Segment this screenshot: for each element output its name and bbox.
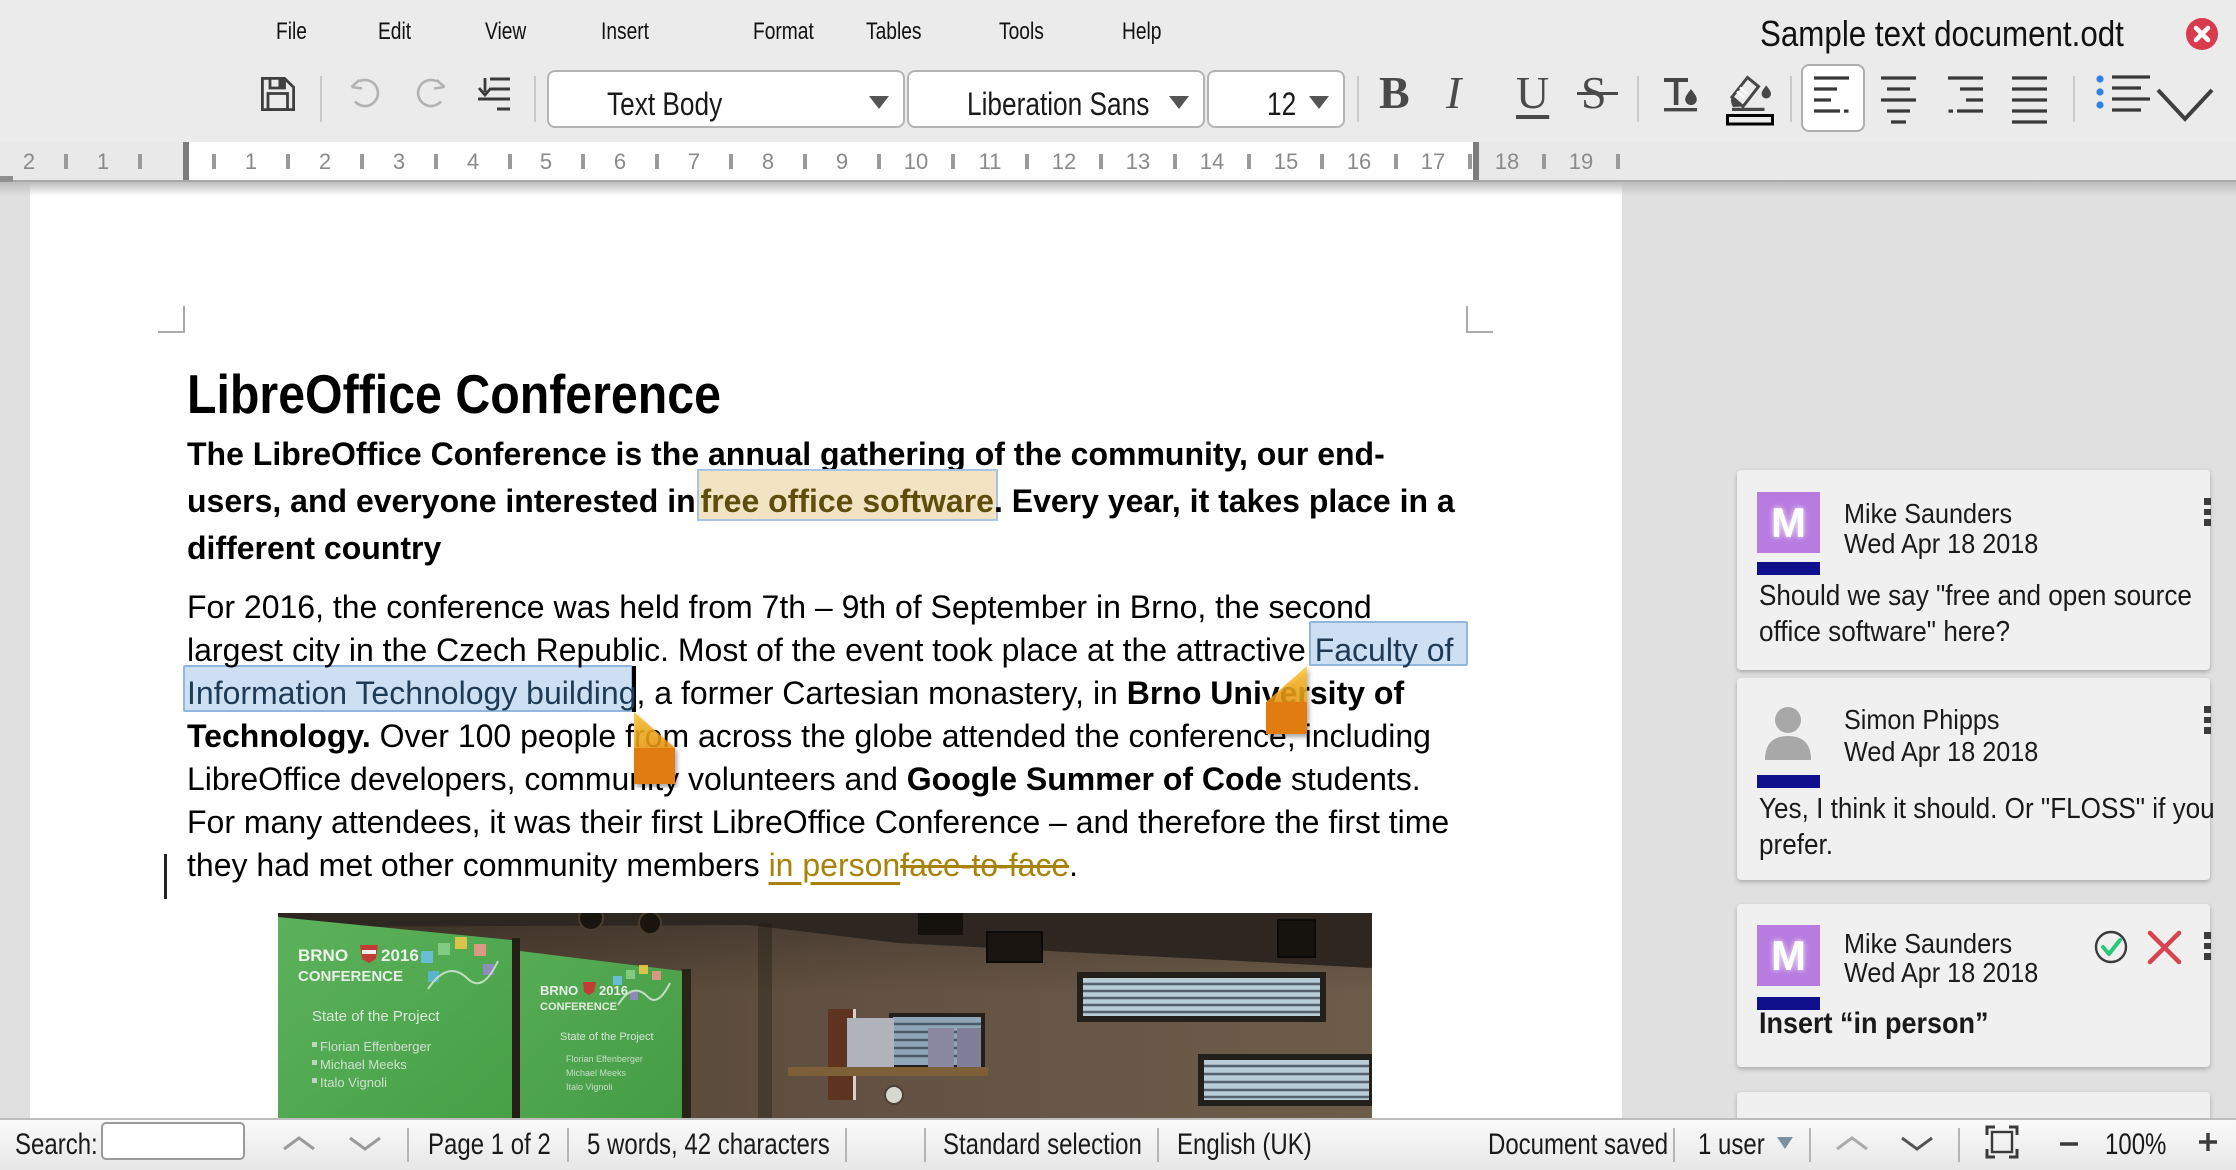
svg-text:State of the Project: State of the Project (312, 1008, 440, 1025)
svg-text:2016: 2016 (599, 983, 628, 998)
svg-text:Italo Vignoli: Italo Vignoli (566, 1082, 612, 1092)
svg-text:Michael Meeks: Michael Meeks (566, 1068, 627, 1078)
svg-text:Florian Effenberger: Florian Effenberger (566, 1054, 643, 1064)
svg-text:Michael Meeks: Michael Meeks (320, 1057, 407, 1072)
svg-text:Florian Effenberger: Florian Effenberger (320, 1039, 432, 1054)
svg-text:Italo Vignoli: Italo Vignoli (320, 1075, 387, 1090)
svg-text:BRNO: BRNO (540, 983, 578, 998)
svg-text:2016: 2016 (381, 946, 419, 965)
svg-text:CONFERENCE: CONFERENCE (540, 1001, 617, 1013)
svg-text:CONFERENCE: CONFERENCE (298, 968, 403, 985)
svg-text:State of the Project: State of the Project (560, 1031, 654, 1043)
svg-text:BRNO: BRNO (298, 946, 348, 965)
